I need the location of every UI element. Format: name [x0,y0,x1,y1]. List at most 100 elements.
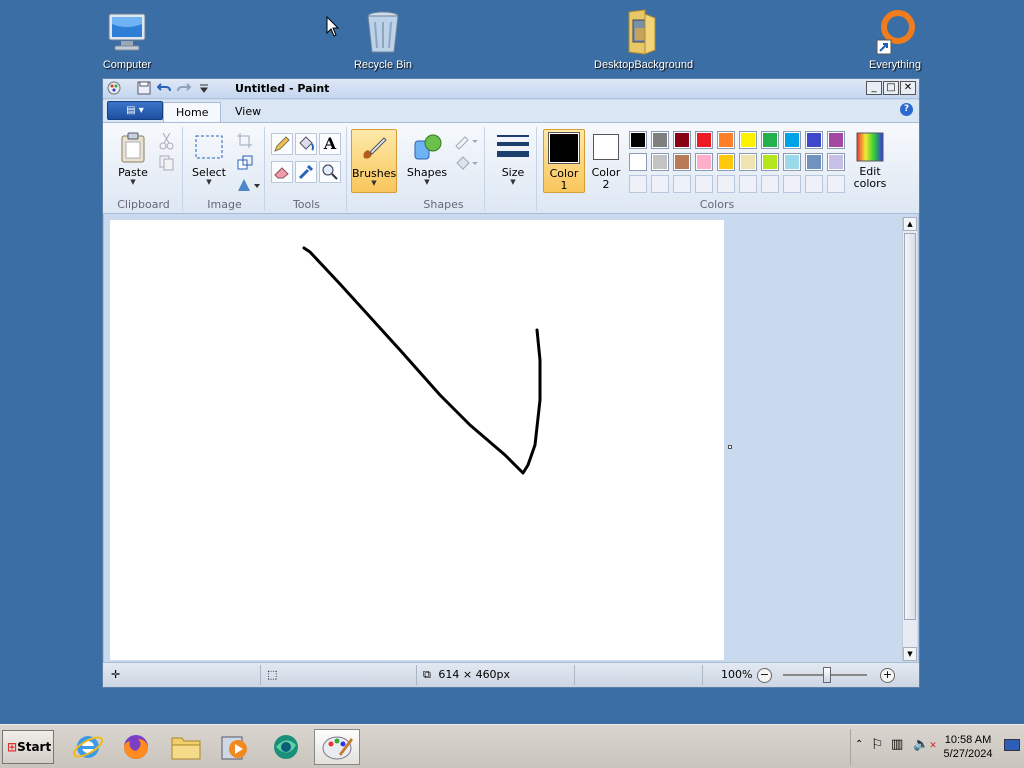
magnifier-tool-icon[interactable] [319,161,341,183]
palette-swatch[interactable] [827,131,845,149]
taskbar-media-player[interactable] [216,729,252,765]
palette-swatch[interactable] [717,153,735,171]
show-hidden-icons-icon[interactable]: ⌃ [855,739,863,750]
image-size-icon: ⧉ [423,668,431,681]
pencil-tool-icon[interactable] [271,133,293,155]
palette-custom-slot[interactable] [629,175,647,193]
brushes-button[interactable]: Brushes ▼ [351,129,397,193]
palette-custom-slot[interactable] [673,175,691,193]
zoom-out-button[interactable]: − [757,668,772,683]
fill-tool-icon[interactable] [295,133,317,155]
palette-swatch[interactable] [761,153,779,171]
canvas-resize-handle[interactable] [728,445,732,449]
group-label-shapes: Shapes [423,198,464,211]
paint-app-icon[interactable] [107,81,121,95]
color2-button[interactable]: Color 2 [587,129,625,193]
fill-icon[interactable] [453,153,479,173]
chevron-down-icon: ▼ [206,178,212,186]
palette-swatch[interactable] [673,131,691,149]
resize-icon[interactable] [235,153,255,173]
system-clock[interactable]: 10:58 AM 5/27/2024 [938,733,998,761]
action-center-flag-icon[interactable]: ⚐ [871,737,884,753]
scroll-down-button[interactable]: ▼ [903,647,917,661]
start-button[interactable]: ⊞Start [2,730,54,764]
outline-icon[interactable] [453,131,479,151]
vertical-scrollbar[interactable]: ▲ ▼ [902,217,917,661]
minimize-button[interactable]: _ [866,81,882,95]
palette-swatch[interactable] [783,131,801,149]
palette-swatch-fill [675,133,689,147]
palette-swatch[interactable] [783,153,801,171]
desktop-icon-desktopbackground[interactable]: DesktopBackground [594,8,693,71]
help-icon[interactable]: ? [900,103,913,116]
palette-swatch[interactable] [827,153,845,171]
rotate-icon[interactable] [235,175,261,195]
taskbar-firefox[interactable] [118,729,154,765]
group-label-colors: Colors [699,198,735,211]
desktop-icon-computer[interactable]: Computer [82,8,172,71]
copy-icon[interactable] [157,153,177,173]
taskbar-internet-explorer[interactable] [70,729,106,765]
cut-icon[interactable] [157,131,177,151]
palette-custom-slot[interactable] [805,175,823,193]
volume-muted-icon[interactable]: 🔈✕ [913,737,937,752]
customize-qat-icon[interactable] [197,81,211,95]
tab-home[interactable]: Home [163,102,222,122]
scroll-thumb[interactable] [904,233,916,620]
palette-swatch[interactable] [673,153,691,171]
palette-swatch[interactable] [651,131,669,149]
close-button[interactable]: ✕ [900,81,916,95]
palette-custom-slot[interactable] [739,175,757,193]
taskbar-browser[interactable] [268,729,304,765]
scroll-up-button[interactable]: ▲ [903,217,917,231]
palette-swatch[interactable] [695,131,713,149]
size-button[interactable]: Size ▼ [491,129,535,193]
palette-custom-slot[interactable] [695,175,713,193]
palette-swatch[interactable] [629,153,647,171]
palette-custom-slot[interactable] [761,175,779,193]
palette-custom-slot[interactable] [783,175,801,193]
edit-colors-button[interactable]: Edit colors [847,129,893,193]
zoom-in-button[interactable]: + [880,668,895,683]
taskbar-file-explorer[interactable] [168,729,204,765]
palette-swatch-fill [719,133,733,147]
tab-view[interactable]: View [223,102,273,122]
network-icon[interactable]: ▥ [891,737,903,752]
eraser-tool-icon[interactable] [271,161,293,183]
palette-swatch[interactable] [805,131,823,149]
palette-swatch[interactable] [695,153,713,171]
color1-button[interactable]: Color 1 [543,129,585,193]
palette-swatch[interactable] [651,153,669,171]
drawing-canvas[interactable] [110,220,724,660]
undo-icon[interactable] [156,81,171,95]
shapes-button[interactable]: Shapes ▼ [405,129,449,193]
file-menu-button[interactable]: ▤ ▾ [107,101,163,120]
palette-swatch-fill [697,155,711,169]
palette-swatch[interactable] [739,131,757,149]
text-tool-icon[interactable]: A [319,133,341,155]
desktop-icon-recycle-bin[interactable]: Recycle Bin [338,8,428,71]
crop-icon[interactable] [235,131,255,151]
palette-swatch[interactable] [629,131,647,149]
palette-swatch[interactable] [739,153,757,171]
palette-custom-slot[interactable] [651,175,669,193]
select-button[interactable]: Select ▼ [187,129,231,193]
color2-swatch [595,136,617,158]
palette-swatch-fill [741,155,755,169]
zoom-level: 100% [721,668,753,681]
palette-custom-slot[interactable] [827,175,845,193]
paste-button[interactable]: Paste ▼ [111,129,155,193]
save-icon[interactable] [137,81,151,95]
desktop-icon-everything[interactable]: Everything [850,8,940,71]
palette-swatch[interactable] [717,131,735,149]
redo-icon[interactable] [177,81,192,95]
color-picker-tool-icon[interactable] [295,161,317,183]
maximize-button[interactable]: □ [883,81,899,95]
zoom-slider-thumb[interactable] [823,667,831,683]
palette-custom-slot[interactable] [717,175,735,193]
title-bar[interactable]: Untitled - Paint _ □ ✕ [103,79,919,99]
taskbar-paint[interactable] [314,729,360,765]
show-desktop-icon[interactable] [1004,739,1020,751]
palette-swatch[interactable] [761,131,779,149]
palette-swatch[interactable] [805,153,823,171]
